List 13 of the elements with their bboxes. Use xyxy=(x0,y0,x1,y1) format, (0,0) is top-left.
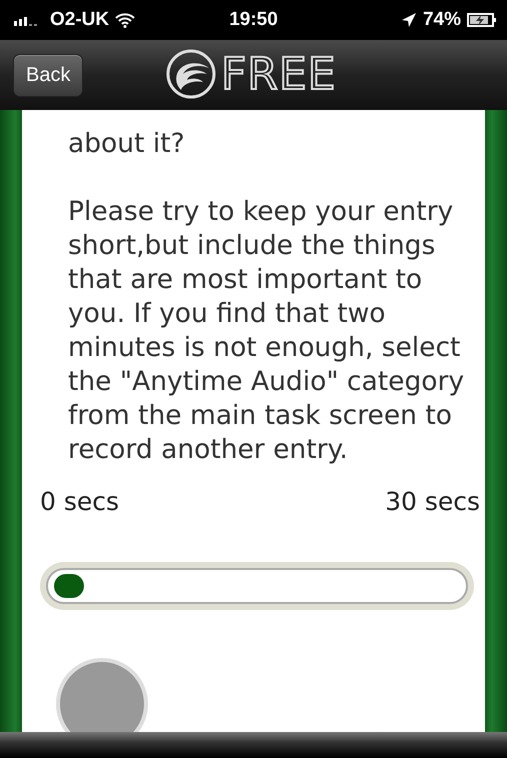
wifi-icon xyxy=(115,12,136,28)
timer-start-label: 0 secs xyxy=(40,487,120,516)
back-button[interactable]: Back xyxy=(13,54,84,96)
instructions-text: Please try to keep your entry short,but include the things that are most important to you. If you find that two minutes is not enough, select the "Anytime Audio" category from the main task screen to record another entry. xyxy=(68,195,466,467)
battery-charging-icon xyxy=(467,12,497,28)
logo-text: FREE xyxy=(221,48,336,100)
carrier-name: O2-UK xyxy=(50,9,110,31)
clock-time: 19:50 xyxy=(229,9,278,31)
timer-end-label: 30 secs xyxy=(385,487,480,516)
question-text: about it? xyxy=(68,127,186,161)
location-arrow-icon xyxy=(400,12,417,28)
battery-percent: 74% xyxy=(422,9,461,31)
logo-icon xyxy=(165,48,217,100)
